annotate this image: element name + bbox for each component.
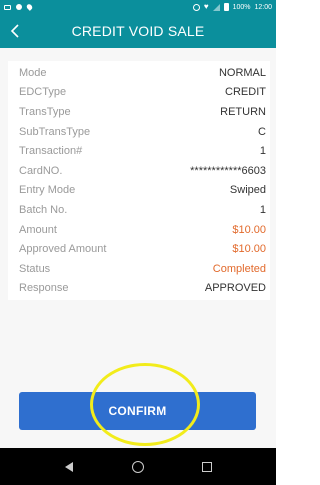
detail-value: CREDIT <box>225 86 266 99</box>
detail-label: Status <box>19 262 51 275</box>
detail-label: Mode <box>19 66 47 79</box>
detail-value: ************6603 <box>190 164 266 177</box>
detail-label: EDCType <box>19 86 67 99</box>
detail-label: SubTransType <box>19 125 91 138</box>
circle-home-icon <box>131 460 144 473</box>
detail-value: Swiped <box>229 184 266 197</box>
detail-row-mode: Mode NORMAL <box>8 63 270 83</box>
sync-icon <box>192 3 200 11</box>
confirm-area: CONFIRM <box>0 388 276 448</box>
detail-label: Amount <box>19 223 57 236</box>
wifi-icon: ♥ <box>203 2 209 11</box>
detail-value: RETURN <box>220 105 266 118</box>
detail-row-transaction-number: Transaction# 1 <box>8 141 270 161</box>
detail-row-amount: Amount $10.00 <box>8 220 270 240</box>
location-icon <box>25 3 34 11</box>
back-button[interactable] <box>0 14 30 48</box>
screen: ♥ 100% 12:00 CREDIT VOID SALE Mode NORMA… <box>0 0 276 485</box>
triangle-back-icon <box>65 461 74 472</box>
notification-icon <box>16 4 22 10</box>
detail-row-status: Status Completed <box>8 259 270 279</box>
detail-value: NORMAL <box>218 66 266 79</box>
status-bar: ♥ 100% 12:00 <box>0 0 276 14</box>
detail-value: $10.00 <box>232 243 266 256</box>
detail-label: Approved Amount <box>19 243 107 256</box>
detail-value: 1 <box>259 145 266 158</box>
detail-row-edctype: EDCType CREDIT <box>8 83 270 103</box>
detail-row-subtranstype: SubTransType C <box>8 122 270 142</box>
battery-level: 100% <box>232 3 251 11</box>
message-icon <box>4 4 11 10</box>
detail-label: Transaction# <box>19 145 83 158</box>
detail-row-transtype: TransType RETURN <box>8 102 270 122</box>
detail-value: Completed <box>212 262 266 275</box>
main-content: Mode NORMAL EDCType CREDIT TransType RET… <box>0 48 276 388</box>
detail-label: Batch No. <box>19 203 68 216</box>
nav-back-button[interactable] <box>54 452 84 482</box>
signal-icon <box>212 3 220 11</box>
status-right-icons: ♥ 100% 12:00 <box>192 2 272 11</box>
chevron-left-icon <box>10 24 19 38</box>
nav-home-button[interactable] <box>123 452 153 482</box>
detail-row-entry-mode: Entry Mode Swiped <box>8 181 270 201</box>
detail-value: 1 <box>259 203 266 216</box>
detail-row-card-number: CardNO. ************6603 <box>8 161 270 181</box>
nav-recent-button[interactable] <box>192 452 222 482</box>
detail-value: $10.00 <box>232 223 266 236</box>
app-header: CREDIT VOID SALE <box>0 14 276 48</box>
detail-value: C <box>258 125 266 138</box>
clock: 12:00 <box>254 3 272 11</box>
square-recent-icon <box>201 461 212 472</box>
detail-row-approved-amount: Approved Amount $10.00 <box>8 239 270 259</box>
detail-value: APPROVED <box>204 282 266 295</box>
confirm-button[interactable]: CONFIRM <box>19 392 256 430</box>
detail-row-batch-number: Batch No. 1 <box>8 200 270 220</box>
battery-icon <box>223 3 229 11</box>
detail-row-response: Response APPROVED <box>8 279 270 299</box>
detail-label: Entry Mode <box>19 184 76 197</box>
status-left-icons <box>4 3 34 11</box>
detail-label: TransType <box>19 105 71 118</box>
detail-label: CardNO. <box>19 164 63 177</box>
detail-label: Response <box>19 282 69 295</box>
transaction-details: Mode NORMAL EDCType CREDIT TransType RET… <box>8 61 270 301</box>
android-nav-bar <box>0 448 276 485</box>
page-title: CREDIT VOID SALE <box>71 23 205 39</box>
